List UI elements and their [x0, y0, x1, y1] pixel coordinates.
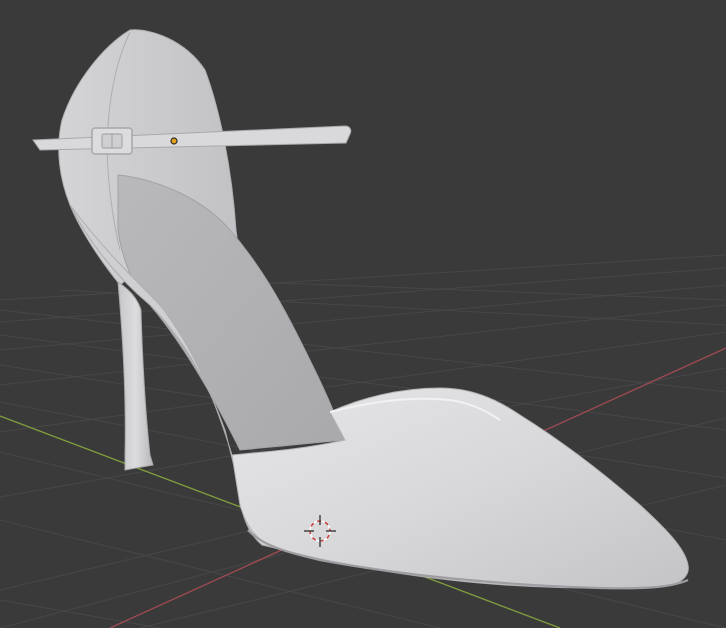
origin-point-icon[interactable] [170, 137, 178, 145]
strap-buckle[interactable] [91, 127, 133, 155]
shoe-stiletto-heel [117, 281, 154, 471]
3d-viewport[interactable] [0, 0, 726, 628]
viewport-canvas[interactable] [0, 0, 726, 628]
shoe-model[interactable] [32, 29, 689, 590]
